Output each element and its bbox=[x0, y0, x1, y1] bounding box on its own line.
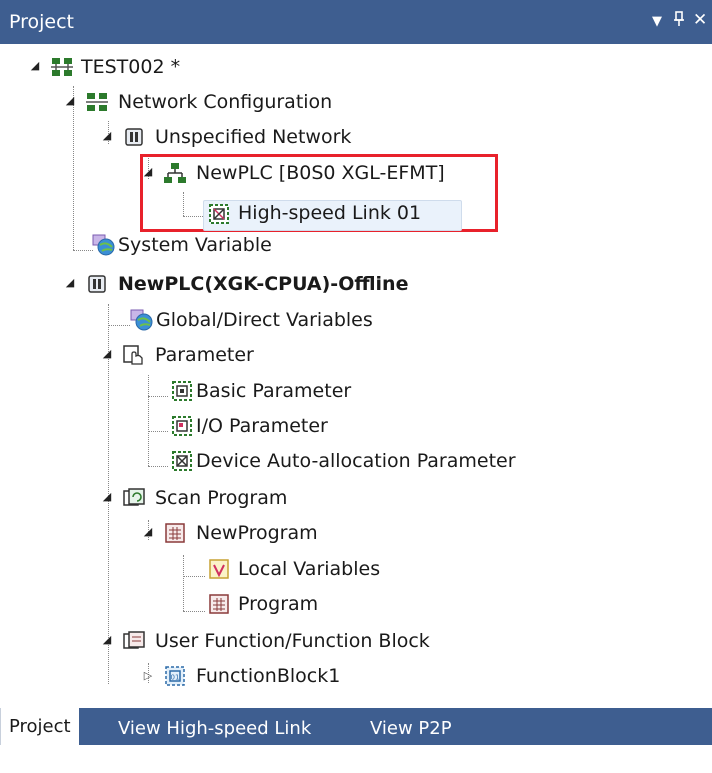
tree-item-new-program[interactable]: NewProgram bbox=[196, 522, 318, 544]
tree-item-scan-program[interactable]: Scan Program bbox=[155, 487, 287, 509]
project-tree: ◢ TEST002 * ◢ Network Configuration ◢ Un… bbox=[0, 44, 712, 704]
collapse-arrow-icon[interactable]: ◢ bbox=[141, 525, 155, 538]
tree-item-basic-parameter[interactable]: Basic Parameter bbox=[196, 380, 351, 402]
tree-item-network-configuration[interactable]: Network Configuration bbox=[118, 91, 332, 113]
tree-connector bbox=[73, 86, 74, 250]
program-icon bbox=[209, 594, 229, 614]
tree-item-user-function[interactable]: User Function/Function Block bbox=[155, 630, 430, 652]
highspeed-link-icon bbox=[209, 204, 229, 224]
tree-item-device-auto-allocation[interactable]: Device Auto-allocation Parameter bbox=[196, 450, 516, 472]
panel-title: Project bbox=[9, 11, 75, 33]
tree-item-plc-offline[interactable]: NewPLC(XGK-CPUA)-Offline bbox=[118, 273, 408, 295]
project-network-icon bbox=[51, 58, 73, 76]
close-icon[interactable]: ✕ bbox=[693, 10, 707, 30]
global-variables-icon bbox=[130, 309, 153, 331]
tree-item-global-direct-variables[interactable]: Global/Direct Variables bbox=[156, 309, 373, 331]
collapse-arrow-icon[interactable]: ◢ bbox=[100, 633, 114, 646]
bottom-tab-bar: Project View High-speed Link View P2P bbox=[0, 704, 712, 773]
io-parameter-icon bbox=[172, 416, 192, 436]
collapse-arrow-icon[interactable]: ◢ bbox=[100, 347, 114, 360]
function-block-icon: 01 bbox=[165, 666, 185, 686]
tab-strip bbox=[0, 708, 712, 745]
basic-parameter-icon bbox=[172, 381, 192, 401]
tree-item-function-block1[interactable]: FunctionBlock1 bbox=[196, 665, 340, 687]
tree-item-newplc-link[interactable]: NewPLC [B0S0 XGL-EFMT] bbox=[196, 162, 445, 184]
tree-connector bbox=[148, 396, 168, 397]
local-variables-icon bbox=[209, 559, 229, 579]
tab-view-highspeed-link[interactable]: View High-speed Link bbox=[110, 710, 319, 747]
network-module-icon bbox=[125, 128, 143, 146]
device-parameter-icon bbox=[172, 451, 192, 471]
tree-item-unspecified-network[interactable]: Unspecified Network bbox=[155, 126, 351, 148]
tree-connector bbox=[183, 611, 205, 612]
user-function-icon bbox=[123, 631, 145, 649]
collapse-arrow-icon[interactable]: ◢ bbox=[28, 59, 42, 72]
parameter-icon bbox=[123, 345, 143, 365]
svg-text:01: 01 bbox=[171, 674, 180, 682]
tab-project[interactable]: Project bbox=[0, 708, 79, 745]
tree-connector bbox=[148, 431, 168, 432]
pin-icon[interactable] bbox=[673, 10, 685, 33]
system-variable-icon bbox=[92, 234, 115, 256]
tree-item-highspeed-link[interactable]: High-speed Link 01 bbox=[238, 202, 421, 224]
tree-item-system-variable[interactable]: System Variable bbox=[118, 234, 272, 256]
tree-connector bbox=[148, 375, 149, 466]
tree-connector bbox=[73, 250, 93, 251]
collapse-arrow-icon[interactable]: ◢ bbox=[63, 94, 77, 107]
tree-item-project-root[interactable]: TEST002 * bbox=[81, 56, 180, 78]
tree-item-io-parameter[interactable]: I/O Parameter bbox=[196, 415, 328, 437]
tree-item-parameter[interactable]: Parameter bbox=[155, 344, 254, 366]
network-topology-icon bbox=[164, 163, 186, 183]
tree-item-local-variables[interactable]: Local Variables bbox=[238, 558, 380, 580]
panel-titlebar: Project ▼ ✕ bbox=[0, 0, 712, 44]
tree-connector bbox=[108, 325, 130, 326]
scan-program-icon bbox=[123, 488, 145, 506]
expand-arrow-icon[interactable]: ▷ bbox=[141, 669, 155, 682]
collapse-arrow-icon[interactable]: ◢ bbox=[100, 490, 114, 503]
program-ladder-icon bbox=[165, 523, 185, 543]
tab-view-p2p[interactable]: View P2P bbox=[362, 710, 460, 747]
network-config-icon bbox=[86, 93, 108, 111]
dropdown-arrow-icon[interactable]: ▼ bbox=[652, 14, 662, 29]
tree-connector bbox=[183, 576, 205, 577]
tree-connector bbox=[183, 555, 184, 611]
tree-item-program[interactable]: Program bbox=[238, 593, 318, 615]
collapse-arrow-icon[interactable]: ◢ bbox=[100, 129, 114, 142]
collapse-arrow-icon[interactable]: ◢ bbox=[141, 165, 155, 178]
collapse-arrow-icon[interactable]: ◢ bbox=[63, 276, 77, 289]
plc-cpu-icon bbox=[88, 275, 106, 293]
tree-connector bbox=[148, 466, 168, 467]
